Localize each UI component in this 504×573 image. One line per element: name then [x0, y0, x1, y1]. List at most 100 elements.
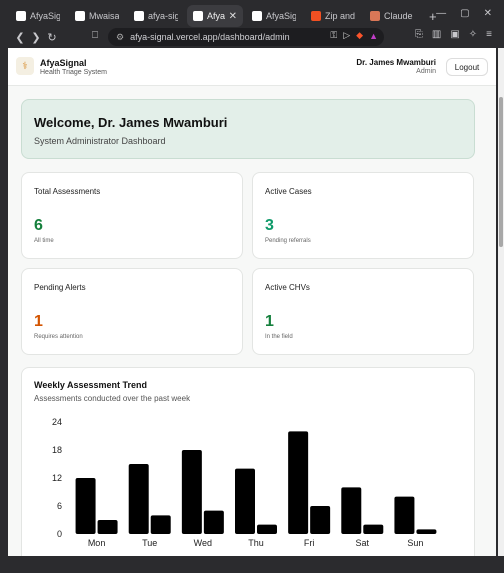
stat-value: 6	[34, 217, 43, 234]
github-icon	[75, 11, 85, 21]
browser-tab[interactable]: AfyaSig	[246, 5, 302, 27]
reload-icon[interactable]: ↻	[44, 31, 60, 44]
url-text: afya-signal.vercel.app/dashboard/admin	[130, 32, 290, 42]
close-tab-icon[interactable]: ✕	[229, 11, 237, 22]
leo-ai-icon[interactable]: ✧	[469, 29, 477, 40]
x-tick-label: Fri	[304, 538, 315, 548]
brave-shield-icon[interactable]: ◆	[356, 30, 363, 41]
browser-toolbar: ❮ ❯ ↻ ⎕ ⚙ afya-signal.vercel.app/dashboa…	[0, 28, 504, 46]
wallet-icon[interactable]: ▣	[450, 29, 459, 40]
y-tick-label: 6	[57, 501, 62, 511]
microsoft-icon	[311, 11, 321, 21]
user-name: Dr. James Mwamburi	[356, 58, 436, 67]
tab-title: afya-sig	[148, 11, 178, 21]
send-icon[interactable]: ▷	[343, 30, 350, 41]
page-viewport: ⚕ AfyaSignal Health Triage System Dr. Ja…	[8, 48, 496, 556]
stat-value: 1	[34, 313, 43, 330]
x-tick-label: Thu	[248, 538, 264, 548]
scrollbar-thumb[interactable]	[499, 97, 503, 247]
logout-button[interactable]: Logout	[446, 58, 488, 76]
address-bar[interactable]: ⚙ afya-signal.vercel.app/dashboard/admin…	[108, 28, 384, 46]
browser-tab[interactable]: Zip and c	[305, 5, 361, 27]
afyasignal-favicon	[16, 11, 26, 21]
stat-caption: In the field	[265, 334, 293, 340]
x-tick-label: Sun	[407, 538, 423, 548]
stat-caption: All time	[34, 238, 54, 244]
tab-title: AfyaSign	[30, 11, 60, 21]
close-window-icon[interactable]: ✕	[484, 8, 492, 19]
welcome-title: Welcome, Dr. James Mwamburi	[34, 115, 228, 130]
y-tick-label: 0	[57, 529, 62, 539]
tab-title: Zip and c	[325, 11, 355, 21]
bookmark-icon[interactable]: ⎕	[92, 30, 98, 41]
browser-tab[interactable]: AfyaSign	[10, 5, 66, 27]
stat-card-active-cases: Active Cases 3 Pending referrals	[252, 172, 474, 259]
welcome-subtitle: System Administrator Dashboard	[34, 136, 166, 146]
stat-caption: Pending referrals	[265, 238, 311, 244]
brave-rewards-icon[interactable]: ▲	[369, 31, 378, 41]
app-header: ⚕ AfyaSignal Health Triage System Dr. Ja…	[8, 48, 496, 86]
browser-tab[interactable]: Afya ✕	[187, 5, 243, 27]
browser-window: AfyaSign Mwaisak afya-sig Afya ✕ AfyaSig Zip a…	[0, 0, 504, 573]
bar-tue-series-2[interactable]	[150, 515, 171, 534]
claude-icon	[370, 11, 380, 21]
stat-value: 1	[265, 313, 274, 330]
bar-sun-series-2[interactable]	[416, 529, 437, 534]
stat-label: Total Assessments	[34, 187, 101, 196]
x-tick-label: Tue	[142, 538, 157, 548]
vercel-icon	[134, 11, 144, 21]
site-info-icon[interactable]: ⚙	[116, 32, 124, 43]
bar-fri-series-1[interactable]	[288, 431, 309, 534]
window-bottom-border	[0, 556, 504, 573]
bar-mon-series-1[interactable]	[75, 478, 96, 534]
stat-card-total-assessments: Total Assessments 6 All time	[21, 172, 243, 259]
bar-sat-series-2[interactable]	[363, 524, 384, 534]
sidebar-icon[interactable]: ▥	[432, 29, 441, 40]
afyasignal-logo-icon: ⚕	[16, 57, 34, 75]
forward-icon[interactable]: ❯	[28, 31, 44, 44]
tab-title: Mwaisak	[89, 11, 119, 21]
tab-title: Claude	[384, 11, 413, 21]
tab-title: AfyaSig	[266, 11, 296, 21]
bar-sat-series-1[interactable]	[341, 487, 362, 534]
y-tick-label: 12	[52, 473, 62, 483]
x-tick-label: Mon	[88, 538, 106, 548]
stat-caption: Requires attention	[34, 334, 83, 340]
menu-icon[interactable]: ≡	[486, 29, 492, 40]
stat-label: Active CHVs	[265, 283, 310, 292]
browser-tab[interactable]: Claude	[364, 5, 420, 27]
stat-label: Active Cases	[265, 187, 312, 196]
window-controls: — ▢ ✕	[436, 8, 492, 19]
tab-strip: AfyaSign Mwaisak afya-sig Afya ✕ AfyaSig Zip a…	[0, 4, 504, 28]
weekly-bar-chart: 0 6 12 18 24 Mon Tue Wed Thu Fri Sat Sun	[52, 417, 437, 548]
screenshot-icon[interactable]: ⎘	[415, 29, 423, 40]
page-icon	[193, 11, 203, 21]
maximize-icon[interactable]: ▢	[460, 8, 469, 19]
user-role: Admin	[416, 68, 436, 75]
bar-wed-series-2[interactable]	[203, 510, 224, 534]
browser-tab[interactable]: Mwaisak	[69, 5, 125, 27]
y-tick-label: 18	[52, 445, 62, 455]
back-icon[interactable]: ❮	[12, 31, 28, 44]
bar-tue-series-1[interactable]	[128, 464, 149, 534]
bar-thu-series-2[interactable]	[257, 524, 277, 534]
key-icon[interactable]: ⚿	[330, 30, 337, 41]
stat-card-pending-alerts: Pending Alerts 1 Requires attention	[21, 268, 243, 355]
tab-title: Afya	[207, 11, 225, 21]
browser-tab[interactable]: afya-sig	[128, 5, 184, 27]
x-tick-label: Wed	[194, 538, 212, 548]
bar-mon-series-2[interactable]	[97, 520, 118, 534]
minimize-icon[interactable]: —	[436, 8, 446, 19]
bar-fri-series-2[interactable]	[310, 506, 331, 534]
welcome-banner: Welcome, Dr. James Mwamburi System Admin…	[21, 99, 475, 159]
stat-card-active-chvs: Active CHVs 1 In the field	[252, 268, 474, 355]
x-tick-label: Sat	[356, 538, 370, 548]
stat-value: 3	[265, 217, 274, 234]
bar-thu-series-1[interactable]	[235, 468, 255, 534]
github-icon	[252, 11, 262, 21]
stat-label: Pending Alerts	[34, 283, 86, 292]
bar-sun-series-1[interactable]	[394, 496, 415, 534]
brand-name: AfyaSignal	[40, 58, 87, 68]
y-tick-label: 24	[52, 417, 62, 427]
bar-wed-series-1[interactable]	[181, 450, 202, 534]
